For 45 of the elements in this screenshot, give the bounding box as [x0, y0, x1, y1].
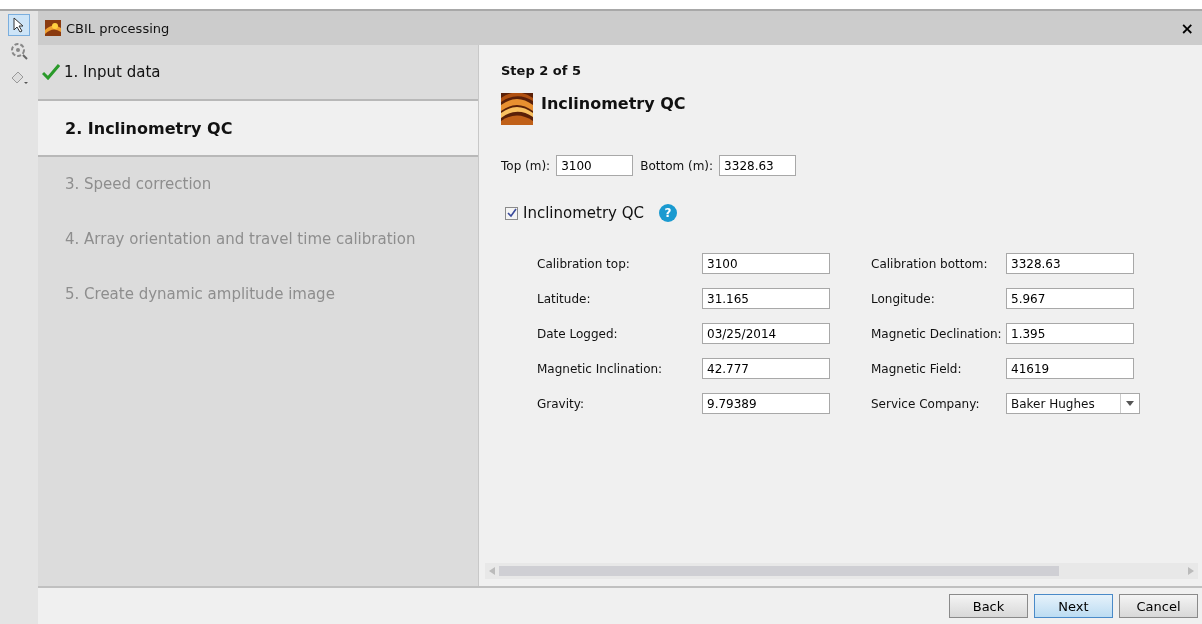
input-field[interactable]: 3328.63 — [719, 155, 797, 176]
caret-icon — [1126, 401, 1134, 406]
checkbox[interactable] — [505, 206, 518, 220]
input-field[interactable]: 9.79389 — [702, 393, 830, 414]
input-field[interactable]: 03/25/2014 — [702, 323, 830, 344]
dialog-button[interactable]: Cancel — [1119, 594, 1198, 618]
field-label: Top (m): — [501, 158, 551, 173]
step-label: 1. Input data — [64, 63, 161, 81]
dialog-button[interactable]: Back — [949, 594, 1028, 618]
dropdown[interactable]: Baker Hughes — [1006, 393, 1140, 414]
input-field[interactable]: 3100 — [702, 253, 830, 274]
step-label: 5. Create dynamic amplitude image — [65, 285, 335, 303]
input-field[interactable]: 42.777 — [702, 358, 830, 379]
field-label: Calibration bottom: — [870, 256, 989, 271]
step-label: 4. Array orientation and travel time calibration — [65, 230, 416, 248]
input-field[interactable]: 3100 — [556, 155, 634, 176]
field-label: Latitude: — [537, 291, 592, 306]
field-label: Gravity: — [537, 396, 585, 411]
horizontal-scrollbar[interactable] — [485, 563, 1198, 579]
scroll-right-icon[interactable] — [1188, 567, 1194, 575]
input-field[interactable]: 1.395 — [1006, 323, 1134, 344]
pointer-tool-icon[interactable] — [8, 14, 30, 36]
field-label: Service Company: — [870, 396, 981, 411]
window-title: CBIL processing — [66, 20, 170, 36]
field-label: Magnetic Inclination: — [537, 361, 664, 376]
close-button[interactable]: × — [1180, 18, 1194, 38]
scroll-left-icon[interactable] — [489, 567, 495, 575]
step-label: 3. Speed correction — [65, 175, 212, 193]
field-label: Longitude: — [870, 291, 936, 306]
field-label: Magnetic Declination: — [870, 326, 1003, 341]
input-field[interactable]: 41619 — [1006, 358, 1134, 379]
field-label: Bottom (m): — [640, 158, 714, 173]
step-item[interactable]: 2. Inclinometry QC — [38, 101, 478, 157]
app-icon — [45, 20, 61, 36]
input-field[interactable]: 5.967 — [1006, 288, 1134, 309]
field-label: Calibration top: — [537, 256, 631, 271]
field-label: Date Logged: — [537, 326, 619, 341]
input-field[interactable]: 31.165 — [702, 288, 830, 309]
input-field[interactable]: 3328.63 — [1006, 253, 1134, 274]
dialog-button[interactable]: Next — [1034, 594, 1113, 618]
checkbox-label: Inclinometry QC — [523, 204, 644, 222]
section-heading: Inclinometry QC — [541, 94, 686, 113]
field-label: Magnetic Field: — [870, 361, 963, 376]
step-label: 2. Inclinometry QC — [65, 118, 233, 138]
step-counter: Step 2 of 5 — [501, 63, 582, 78]
